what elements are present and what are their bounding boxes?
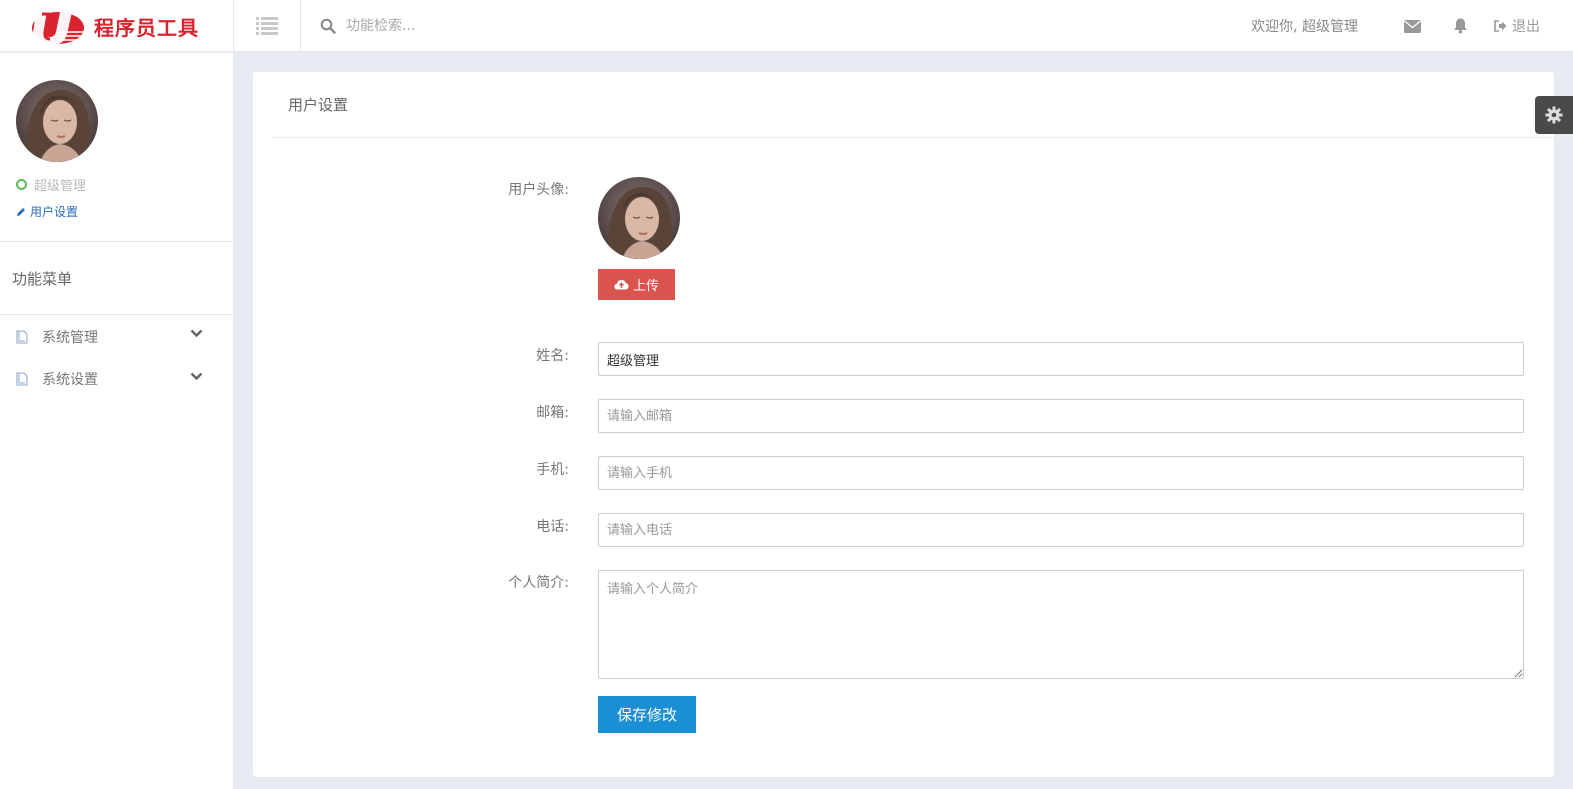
- sidebar-item-label: 系统设置: [42, 372, 98, 388]
- sidebar-profile: 超级管理 用户设置: [0, 53, 233, 242]
- upload-avatar-button[interactable]: 上传: [598, 269, 675, 300]
- chevron-down-icon: [190, 372, 203, 381]
- messages-button[interactable]: [1388, 0, 1436, 52]
- brand-name: 程序员工具: [94, 15, 199, 40]
- avatar[interactable]: [16, 80, 98, 162]
- user-settings-label: 用户设置: [30, 205, 79, 219]
- name-label: 姓名:: [536, 348, 569, 364]
- welcome-text: 欢迎你, 超级管理: [1251, 19, 1358, 35]
- sidebar-item-label: 系统管理: [42, 329, 98, 346]
- sidebar: 超级管理 用户设置 功能菜单 系统管理 系统设置: [0, 53, 234, 789]
- status-online-icon: [16, 179, 27, 190]
- sidebar-item-system-settings[interactable]: 系统设置: [0, 358, 233, 400]
- logout-label: 退出: [1512, 19, 1540, 35]
- gear-icon: [1545, 106, 1563, 124]
- sidebar-user-name: 超级管理: [34, 179, 87, 194]
- menu-title: 功能菜单: [0, 242, 233, 315]
- menu-list-icon: [256, 17, 278, 35]
- sidebar-toggle-button[interactable]: [234, 0, 301, 52]
- search-input[interactable]: [346, 18, 646, 34]
- sidebar-menu: 系统管理 系统设置: [0, 315, 233, 400]
- panel-title: 用户设置: [272, 72, 1554, 138]
- cloud-upload-icon: [614, 280, 629, 290]
- top-navbar: 程序员工具 欢迎你, 超级管理: [0, 0, 1573, 52]
- sign-out-icon: [1494, 20, 1507, 32]
- brand-logo-icon: [32, 12, 84, 46]
- bio-textarea[interactable]: [598, 570, 1524, 679]
- user-settings-panel: 用户设置 用户头像: 上传 姓名: 邮箱: 手机: 电: [253, 72, 1554, 777]
- save-button[interactable]: 保存修改: [598, 696, 696, 733]
- user-avatar-image: [598, 177, 680, 259]
- logo[interactable]: 程序员工具: [0, 0, 234, 52]
- mobile-field[interactable]: [598, 456, 1524, 490]
- avatar-label: 用户头像:: [508, 182, 569, 198]
- top-right-area: 欢迎你, 超级管理 退出: [1251, 0, 1573, 52]
- profile-avatar: [598, 177, 680, 259]
- chevron-down-icon: [190, 329, 203, 338]
- online-status: 超级管理: [16, 175, 233, 194]
- notifications-button[interactable]: [1436, 0, 1484, 52]
- email-label: 邮箱:: [536, 405, 569, 421]
- phone-field[interactable]: [598, 513, 1524, 547]
- search-icon: [320, 18, 336, 34]
- email-field[interactable]: [598, 399, 1524, 433]
- pencil-icon: [17, 207, 25, 216]
- upload-label: 上传: [632, 279, 659, 294]
- bio-label: 个人简介:: [508, 575, 569, 591]
- bell-icon: [1453, 18, 1467, 34]
- user-settings-link[interactable]: 用户设置: [16, 203, 233, 220]
- sidebar-item-system-management[interactable]: 系统管理: [0, 315, 233, 358]
- user-avatar-image: [16, 80, 98, 162]
- search-box: [320, 0, 646, 52]
- file-icon: [16, 329, 28, 344]
- mobile-label: 手机:: [536, 462, 569, 478]
- logout-button[interactable]: 退出: [1494, 16, 1540, 36]
- name-field[interactable]: [598, 342, 1524, 376]
- envelope-icon: [1403, 19, 1421, 33]
- settings-drawer-toggle[interactable]: [1535, 96, 1573, 134]
- file-icon: [16, 372, 28, 386]
- phone-label: 电话:: [536, 519, 569, 535]
